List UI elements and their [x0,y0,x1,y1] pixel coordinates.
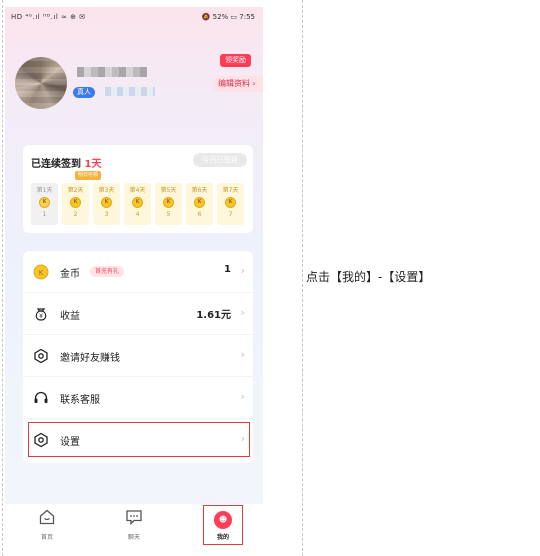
svg-text:K: K [39,269,44,277]
money-bag-icon: ¥ [35,308,47,321]
signin-day: 第5天 K 5 [155,183,182,225]
status-left: HD ⁴ᴳ.ıl ᴴᴰ.ıl ≈ ⊕ ✉ [11,13,86,21]
divider-left [2,0,3,556]
page: HD ⁴ᴳ.ıl ᴴᴰ.ıl ≈ ⊕ ✉ 🔕 52% ▭ 7:55 真人 领奖励… [0,0,540,556]
chevron-right-icon: › [240,348,245,361]
user-id-blurred [105,87,155,96]
tab-chat[interactable]: 聊天 [109,508,159,541]
menu-item-income[interactable]: ¥ 收益 1.61元 › [23,293,253,335]
signin-day: 第3天 K 3 [93,183,120,225]
menu-item-coins[interactable]: K 金币 首充有礼 1 › [23,251,253,293]
signin-day: 第6天 K 6 [186,183,213,225]
signin-card: 已连续签到 1天 今日已签到 明日可领 第1天 K 1 第2天 K 2 第3天 K 3 第4… [23,145,253,233]
coin-icon: K [225,197,236,208]
signin-day: 第4天 K 4 [124,183,151,225]
status-right: 🔕 52% ▭ 7:55 [201,13,255,21]
chevron-right-icon: › [240,264,245,277]
tomorrow-tag: 明日可领 [75,171,102,180]
menu-item-label: 金币 [60,269,80,280]
tab-label: 聊天 [127,534,140,541]
menu-item-invite[interactable]: 邀请好友赚钱 › [23,335,253,377]
phone-screenshot: HD ⁴ᴳ.ıl ᴴᴰ.ıl ≈ ⊕ ✉ 🔕 52% ▭ 7:55 真人 领奖励… [5,7,263,547]
mine-highlight-box [203,505,243,545]
hexagon-icon [34,348,48,364]
chat-icon [126,510,142,526]
chevron-right-icon: › [240,306,245,319]
headset-icon [34,391,48,403]
coin-icon: K [39,197,50,208]
divider-middle [302,0,303,556]
chevron-right-icon: › [240,390,245,403]
signin-title: 已连续签到 1天 [31,159,102,170]
avatar[interactable] [15,57,67,109]
nickname-blurred [77,67,147,77]
coin-icon: K [194,197,205,208]
coins-value: 1 [224,264,231,275]
menu-item-label: 收益 [60,311,80,322]
status-bar: HD ⁴ᴳ.ıl ᴴᴰ.ıl ≈ ⊕ ✉ 🔕 52% ▭ 7:55 [5,7,263,27]
instruction-text: 点击【我的】-【设置】 [306,270,431,284]
income-value: 1.61元 [196,310,231,321]
tab-label: 首页 [40,534,53,541]
coin-icon: K [101,197,112,208]
coin-icon: K [33,264,49,280]
signin-day: 第7天 K 7 [217,183,244,225]
settings-highlight-box [28,422,250,457]
reward-button[interactable]: 领奖励 [220,54,251,67]
svg-text:¥: ¥ [39,313,43,320]
signin-day: 第1天 K 1 [31,183,58,225]
menu-item-label: 联系客服 [60,395,100,406]
home-icon [39,509,55,525]
coin-icon: K [70,197,81,208]
signed-today-button[interactable]: 今日已签到 [193,153,247,167]
verified-badge: 真人 [73,87,95,98]
coin-icon: K [163,197,174,208]
first-recharge-tag: 首充有礼 [90,266,125,277]
menu-card: K 金币 首充有礼 1 › ¥ 收益 1.61元 › 邀请好友赚钱 › 联系客服… [23,251,253,463]
coin-icon: K [132,197,143,208]
menu-item-support[interactable]: 联系客服 › [23,377,253,419]
edit-profile-button[interactable]: 编辑资料 › [212,76,263,92]
signin-days: 第1天 K 1 第2天 K 2 第3天 K 3 第4天 K 4 第5天 K 5 第6天 K 6 [31,183,247,225]
tab-bar: 首页 聊天 ☻ 我的 [5,504,263,547]
signin-day: 第2天 K 2 [62,183,89,225]
menu-item-label: 邀请好友赚钱 [60,353,120,364]
tab-home[interactable]: 首页 [22,508,72,541]
